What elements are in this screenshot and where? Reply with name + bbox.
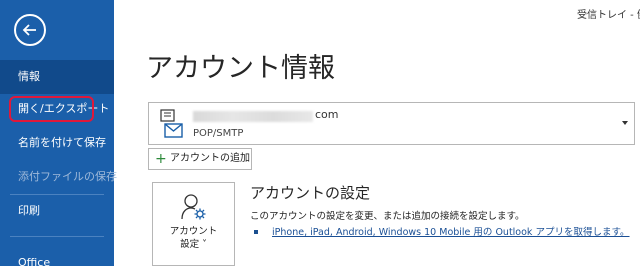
back-button[interactable]	[14, 14, 46, 46]
sidebar-item-label: 名前を付けて保存	[18, 136, 106, 149]
account-type: POP/SMTP	[193, 128, 244, 139]
plus-icon: +	[155, 151, 167, 167]
backstage-sidebar: 情報 開く/エクスポート 名前を付けて保存 添付ファイルの保存 印刷 Offic…	[0, 0, 117, 269]
chevron-down-icon[interactable]	[622, 121, 628, 125]
account-email: com	[315, 108, 339, 121]
tile-label-line1: アカウント	[169, 226, 218, 237]
tile-label-line2: 設定 ˅	[180, 239, 207, 250]
sidebar-divider	[10, 236, 104, 237]
sidebar-item-label: Office	[18, 256, 51, 269]
add-account-button[interactable]: + アカウントの追加	[148, 148, 252, 170]
account-settings-tile-label: アカウント 設定 ˅	[153, 225, 234, 251]
account-settings-heading: アカウントの設定	[250, 184, 371, 202]
sidebar-item-save-attachments[interactable]: 添付ファイルの保存	[0, 160, 117, 194]
sidebar-item-info[interactable]: 情報	[0, 60, 114, 94]
back-arrow-icon	[22, 24, 36, 36]
account-settings-icon	[181, 194, 206, 220]
bullet-icon	[254, 230, 258, 234]
outlook-mobile-link[interactable]: iPhone, iPad, Android, Windows 10 Mobile…	[272, 224, 630, 238]
sidebar-item-print[interactable]: 印刷	[0, 194, 114, 228]
sidebar-item-label: 情報	[18, 70, 40, 83]
account-settings-button[interactable]: アカウント 設定 ˅	[152, 182, 235, 266]
redacted-email	[193, 111, 313, 122]
account-selector[interactable]: com POP/SMTP	[148, 102, 635, 145]
sidebar-item-office-account[interactable]: Office	[0, 246, 114, 280]
sidebar-item-label: 印刷	[18, 204, 40, 217]
add-account-label: アカウントの追加	[170, 153, 250, 164]
annotation-highlight-box	[9, 96, 94, 122]
sidebar-item-label: 添付ファイルの保存	[18, 170, 117, 183]
sidebar-item-save-as[interactable]: 名前を付けて保存	[0, 126, 114, 160]
account-settings-description: このアカウントの設定を変更、または追加の接続を設定します。	[250, 211, 525, 222]
mail-account-icon	[160, 109, 183, 138]
page-title: アカウント情報	[146, 53, 335, 84]
window-title: 受信トレイ - 健	[577, 10, 640, 21]
